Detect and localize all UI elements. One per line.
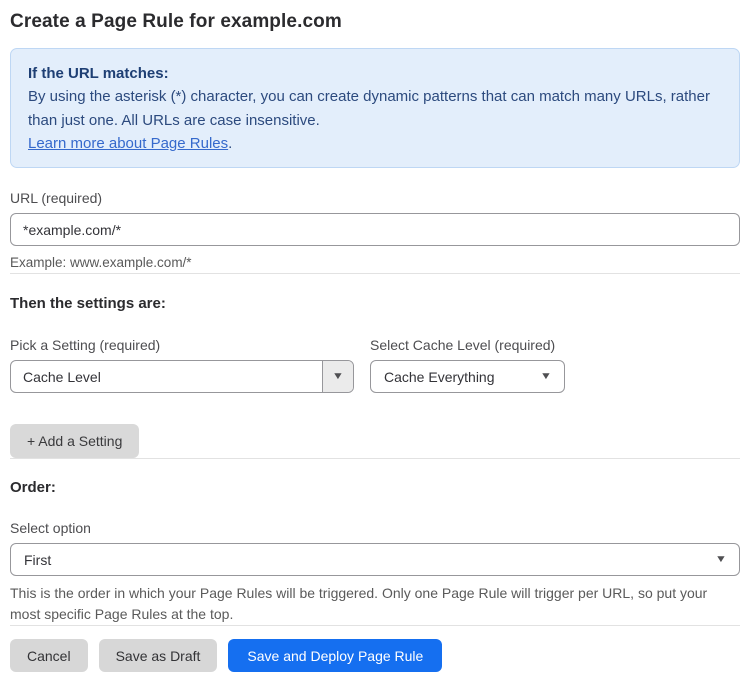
chevron-down-icon: ▼ xyxy=(539,370,553,382)
chevron-down-icon: ▼ xyxy=(714,553,728,565)
settings-labels-row: Pick a Setting (required) Select Cache L… xyxy=(10,337,740,353)
url-input[interactable] xyxy=(10,213,740,246)
save-and-deploy-button[interactable]: Save and Deploy Page Rule xyxy=(228,639,443,673)
info-link-line: Learn more about Page Rules. xyxy=(28,132,722,155)
setting-picker-arrow-cell[interactable]: ▼ xyxy=(322,361,353,393)
form-actions: Cancel Save as Draft Save and Deploy Pag… xyxy=(10,639,740,673)
cache-level-label: Select Cache Level (required) xyxy=(370,337,556,354)
url-match-info-box: If the URL matches: By using the asteris… xyxy=(10,48,740,168)
save-as-draft-button[interactable]: Save as Draft xyxy=(98,639,218,673)
order-helper-text: This is the order in which your Page Rul… xyxy=(10,585,708,623)
order-select[interactable]: First ▼ xyxy=(10,543,740,577)
cancel-button[interactable]: Cancel xyxy=(10,639,88,673)
chevron-down-icon: ▼ xyxy=(331,370,345,382)
setting-picker-value: Cache Level xyxy=(23,368,101,385)
divider xyxy=(10,458,740,460)
order-section-heading: Order: xyxy=(10,479,56,497)
setting-picker-select[interactable]: Cache Level ▼ xyxy=(10,360,354,394)
divider xyxy=(10,625,740,627)
url-helper-text: Example: www.example.com/* xyxy=(10,255,192,270)
info-box-body: By using the asterisk (*) character, you… xyxy=(28,88,710,129)
learn-more-link[interactable]: Learn more about Page Rules xyxy=(28,135,228,152)
cache-level-value: Cache Everything xyxy=(384,368,495,385)
cache-level-select[interactable]: Cache Everything ▼ xyxy=(370,360,565,394)
settings-section-heading: Then the settings are: xyxy=(10,295,166,313)
add-setting-button[interactable]: + Add a Setting xyxy=(10,424,140,459)
link-suffix: . xyxy=(228,134,233,152)
order-select-value: First xyxy=(24,551,52,568)
page-title: Create a Page Rule for example.com xyxy=(10,11,342,32)
divider xyxy=(10,273,740,275)
create-page-rule-form: Create a Page Rule for example.com If th… xyxy=(0,0,750,673)
order-select-label: Select option xyxy=(10,520,91,537)
settings-selects-row: Cache Level ▼ Cache Everything ▼ xyxy=(10,360,740,394)
setting-picker-label: Pick a Setting (required) xyxy=(10,337,161,354)
url-field-label: URL (required) xyxy=(10,190,103,206)
info-box-heading: If the URL matches: xyxy=(28,65,169,82)
